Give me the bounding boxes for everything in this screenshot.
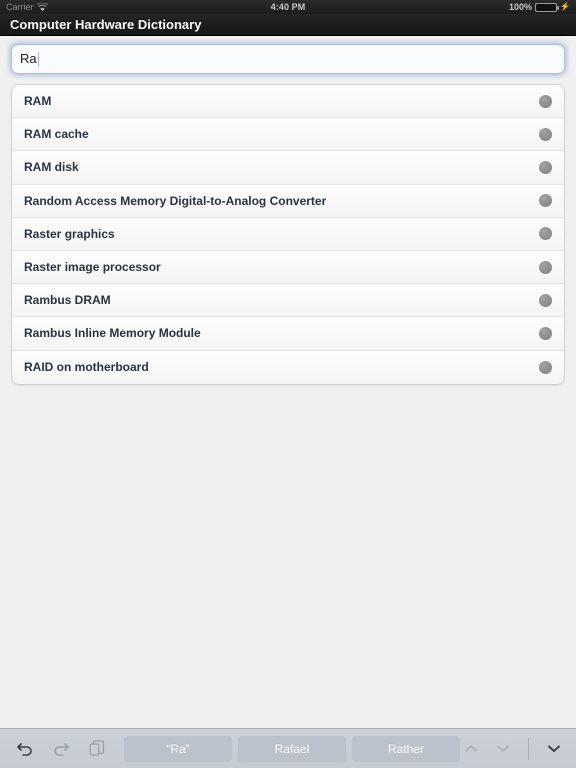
list-item-label: Random Access Memory Digital-to-Analog C… xyxy=(24,193,327,208)
search-input[interactable]: Ra xyxy=(11,44,565,74)
suggestion-label: Rafael xyxy=(274,741,310,756)
circle-indicator-icon[interactable] xyxy=(539,194,552,208)
autocorrect-suggestions: “Ra” Rafael Rather xyxy=(124,735,460,762)
circle-indicator-icon[interactable] xyxy=(539,94,552,108)
plug-icon: ⚡ xyxy=(560,2,570,11)
list-item[interactable]: RAID on motherboard xyxy=(12,350,564,384)
text-caret xyxy=(37,51,40,67)
circle-indicator-icon[interactable] xyxy=(539,127,552,141)
redo-arrow-icon[interactable] xyxy=(50,738,72,760)
list-item-label: Raster graphics xyxy=(24,226,115,241)
chevron-up-icon[interactable] xyxy=(460,738,482,760)
list-item[interactable]: RAM disk xyxy=(12,151,564,185)
list-item-label: RAM cache xyxy=(24,127,89,142)
ipad-app-screen: Carrier 4:40 PM 100% ⚡ Computer Hardware… xyxy=(0,0,576,768)
copy-paste-icon[interactable] xyxy=(86,738,108,760)
list-item[interactable]: Raster image processor xyxy=(12,250,564,285)
page-title: Computer Hardware Dictionary xyxy=(10,17,202,32)
circle-indicator-icon[interactable] xyxy=(539,160,552,174)
keyboard-accessory-toolbar: “Ra” Rafael Rather xyxy=(0,728,576,768)
search-results-list: RAM RAM cache RAM disk Random Access Mem… xyxy=(11,84,565,385)
list-item-label: RAM xyxy=(24,94,52,109)
chevron-down-dismiss-icon[interactable] xyxy=(543,738,565,760)
list-item[interactable]: Rambus Inline Memory Module xyxy=(12,317,564,351)
undo-arrow-icon[interactable] xyxy=(14,738,36,760)
app-title-bar: Computer Hardware Dictionary xyxy=(0,14,576,36)
list-item[interactable]: Random Access Memory Digital-to-Analog C… xyxy=(12,184,564,218)
battery-cap xyxy=(557,5,560,10)
circle-indicator-icon[interactable] xyxy=(539,260,552,274)
suggestion-button-2[interactable]: Rather xyxy=(352,735,460,762)
main-content: Ra RAM RAM cache RAM disk Random Access … xyxy=(0,36,576,385)
search-input-value: Ra xyxy=(20,51,37,66)
chevron-down-icon[interactable] xyxy=(492,738,514,760)
circle-indicator-icon[interactable] xyxy=(539,326,552,340)
list-item-label: RAM disk xyxy=(24,160,79,175)
status-bar-clock: 4:40 PM xyxy=(270,2,306,12)
circle-indicator-icon[interactable] xyxy=(539,227,552,241)
list-item[interactable]: Rambus DRAM xyxy=(12,284,564,318)
battery-percent-label: 100% xyxy=(509,2,533,12)
search-field-wrapper: Ra xyxy=(11,44,565,74)
status-bar-right: 100% ⚡ xyxy=(509,0,570,14)
list-item-label: Rambus Inline Memory Module xyxy=(24,326,201,341)
suggestion-label: “Ra” xyxy=(166,741,190,756)
status-bar: Carrier 4:40 PM 100% ⚡ xyxy=(0,0,576,14)
list-item-label: Rambus DRAM xyxy=(24,293,111,308)
toolbar-divider xyxy=(528,737,529,760)
navigation-icon-group xyxy=(460,737,569,760)
circle-indicator-icon[interactable] xyxy=(539,360,552,374)
circle-indicator-icon[interactable] xyxy=(539,293,552,307)
suggestion-button-literal[interactable]: “Ra” xyxy=(124,735,232,762)
list-item[interactable]: Raster graphics xyxy=(12,217,564,251)
editing-icon-group xyxy=(8,738,108,760)
list-item-label: RAID on motherboard xyxy=(24,360,149,375)
suggestion-button-1[interactable]: Rafael xyxy=(238,735,346,762)
list-item-label: Raster image processor xyxy=(24,260,161,275)
battery-icon xyxy=(535,2,560,12)
list-item[interactable]: RAM xyxy=(12,85,564,119)
list-item[interactable]: RAM cache xyxy=(12,118,564,152)
suggestion-label: Rather xyxy=(387,741,425,756)
